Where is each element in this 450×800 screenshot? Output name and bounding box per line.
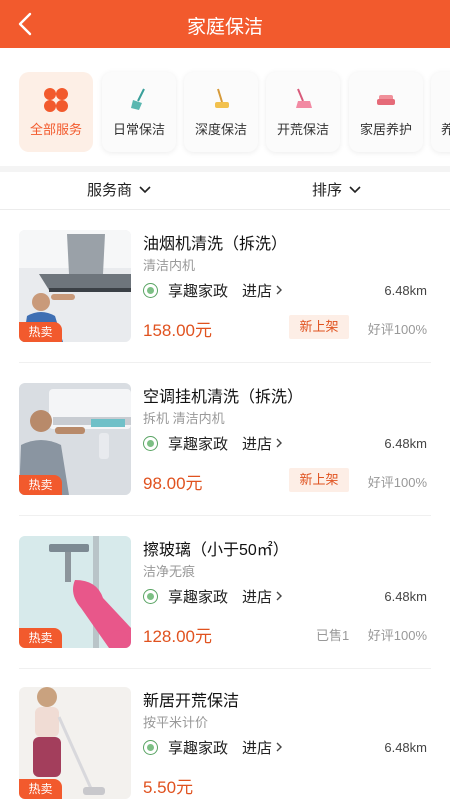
category-label: 日常保洁 xyxy=(112,122,165,137)
shop-name: 享趣家政 xyxy=(168,588,229,606)
enter-shop-label: 进店 xyxy=(242,739,273,757)
sofa-icon xyxy=(349,86,423,112)
enter-shop-link[interactable]: 进店 xyxy=(242,737,283,758)
hot-sale-badge: 热卖 xyxy=(19,779,62,799)
shop-logo-icon xyxy=(143,739,158,755)
price: 128.00元 xyxy=(143,627,212,646)
service-tags: 清洁内机 xyxy=(143,258,196,273)
category-bar: 全部服务 日常保洁 深度保洁 开荒保洁 家居养护 养 xyxy=(0,48,450,166)
rating: 好评100% xyxy=(367,322,427,337)
chevron-right-icon xyxy=(276,591,283,601)
shop-row: 享趣家政 进店 xyxy=(143,585,283,607)
distance: 6.48km xyxy=(384,283,427,298)
rating: 好评100% xyxy=(367,475,427,490)
sort-filter[interactable]: 排序 xyxy=(312,179,362,200)
new-listing-tag: 新上架 xyxy=(289,315,349,339)
service-photo-window-cleaning: 热卖 xyxy=(19,536,131,648)
shop-row: 享趣家政 进店 xyxy=(143,736,283,758)
category-label: 家居养护 xyxy=(359,122,412,137)
app-header: 家庭保洁 xyxy=(0,0,450,48)
shop-row: 享趣家政 进店 xyxy=(143,432,283,454)
chevron-right-icon xyxy=(276,742,283,752)
category-all-services[interactable]: 全部服务 xyxy=(19,72,93,152)
service-tags: 拆机 清洁内机 xyxy=(143,411,225,426)
price: 158.00元 xyxy=(143,321,212,340)
enter-shop-label: 进店 xyxy=(242,588,273,606)
service-item[interactable]: 热卖 新居开荒保洁 按平米计价 享趣家政 进店 6.48km 5.50元 xyxy=(0,687,450,800)
distance: 6.48km xyxy=(384,740,427,755)
service-title: 擦玻璃（小于50㎡） xyxy=(143,542,289,559)
service-tags: 洁净无痕 xyxy=(143,564,196,579)
service-photo-move-in-cleaning: 热卖 xyxy=(19,687,131,799)
category-partial[interactable]: 养 xyxy=(431,72,450,152)
service-item[interactable]: 热卖 油烟机清洗（拆洗） 清洁内机 享趣家政 进店 6.48km 158.00元… xyxy=(0,230,450,383)
sort-filter-label: 排序 xyxy=(312,182,343,199)
hot-sale-badge: 热卖 xyxy=(19,628,62,648)
item-separator xyxy=(19,362,431,363)
enter-shop-label: 进店 xyxy=(242,282,273,300)
enter-shop-link[interactable]: 进店 xyxy=(242,586,283,607)
category-label: 深度保洁 xyxy=(194,122,247,137)
enter-shop-link[interactable]: 进店 xyxy=(242,433,283,454)
chevron-down-icon xyxy=(349,185,361,193)
shop-name: 享趣家政 xyxy=(168,282,229,300)
broom-icon xyxy=(102,86,176,112)
hot-sale-badge: 热卖 xyxy=(19,475,62,495)
category-home-care[interactable]: 家居养护 xyxy=(349,72,423,152)
service-item[interactable]: 热卖 空调挂机清洗（拆洗） 拆机 清洁内机 享趣家政 进店 6.48km 98.… xyxy=(0,383,450,536)
item-separator xyxy=(19,515,431,516)
hot-sale-badge: 热卖 xyxy=(19,322,62,342)
price: 98.00元 xyxy=(143,474,203,493)
enter-shop-label: 进店 xyxy=(242,435,273,453)
service-title: 新居开荒保洁 xyxy=(143,693,240,710)
service-photo-air-conditioner: 热卖 xyxy=(19,383,131,495)
enter-shop-link[interactable]: 进店 xyxy=(242,280,283,301)
provider-filter[interactable]: 服务商 xyxy=(87,179,152,200)
category-label: 开荒保洁 xyxy=(276,122,329,137)
service-title: 油烟机清洗（拆洗） xyxy=(143,236,288,253)
category-daily-cleaning[interactable]: 日常保洁 xyxy=(102,72,176,152)
shop-logo-icon xyxy=(143,435,158,451)
service-item[interactable]: 热卖 擦玻璃（小于50㎡） 洁净无痕 享趣家政 进店 6.48km 128.00… xyxy=(0,536,450,689)
chevron-right-icon xyxy=(276,285,283,295)
item-separator xyxy=(19,668,431,669)
chevron-right-icon xyxy=(276,438,283,448)
mop-icon xyxy=(184,86,258,112)
service-photo-range-hood: 热卖 xyxy=(19,230,131,342)
provider-filter-label: 服务商 xyxy=(87,182,133,199)
category-label: 全部服务 xyxy=(29,122,82,137)
sold-count: 已售1 xyxy=(316,628,350,643)
shop-row: 享趣家政 进店 xyxy=(143,279,283,301)
distance: 6.48km xyxy=(384,436,427,451)
price: 5.50元 xyxy=(143,778,194,797)
new-listing-tag: 新上架 xyxy=(289,468,349,492)
chevron-down-icon xyxy=(139,185,151,193)
category-move-in-cleaning[interactable]: 开荒保洁 xyxy=(266,72,340,152)
distance: 6.48km xyxy=(384,589,427,604)
shop-logo-icon xyxy=(143,282,158,298)
shop-name: 享趣家政 xyxy=(168,739,229,757)
shop-name: 享趣家政 xyxy=(168,435,229,453)
page-title: 家庭保洁 xyxy=(186,17,263,38)
shop-logo-icon xyxy=(143,588,158,604)
filter-bar: 服务商 排序 xyxy=(0,172,450,210)
grid-icon xyxy=(19,86,93,112)
service-title: 空调挂机清洗（拆洗） xyxy=(143,389,304,406)
category-deep-cleaning[interactable]: 深度保洁 xyxy=(184,72,258,152)
service-tags: 按平米计价 xyxy=(143,715,209,730)
category-label: 养 xyxy=(441,122,450,137)
rating: 好评100% xyxy=(367,628,427,643)
brush-icon xyxy=(266,86,340,112)
